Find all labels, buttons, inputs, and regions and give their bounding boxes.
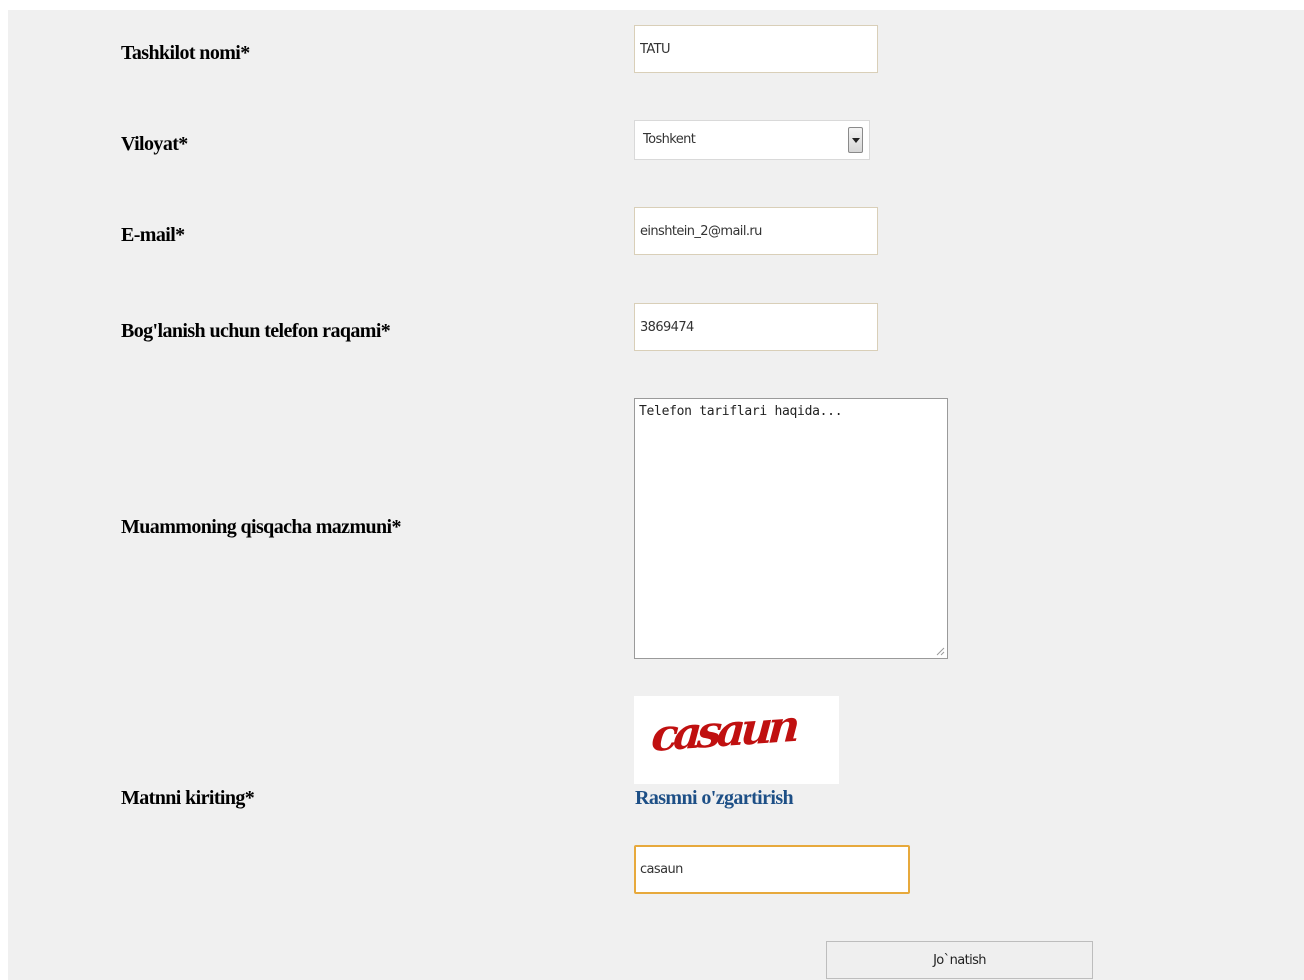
chevron-down-icon[interactable] [848,127,863,153]
submit-button[interactable]: Jo`natish [826,941,1093,979]
email-input[interactable] [634,207,878,255]
page: Tashkilot nomi* Viloyat* Toshkent E-mail… [0,0,1304,980]
organization-label: Tashkilot nomi* [121,42,250,64]
organization-input[interactable] [634,25,878,73]
resize-grip-icon[interactable] [935,646,945,656]
captcha-input[interactable] [634,845,910,894]
problem-textarea[interactable]: Telefon tariflari haqida... [634,398,948,659]
problem-label: Muammoning qisqacha mazmuni* [121,516,402,538]
email-label: E-mail* [121,224,185,246]
change-captcha-link[interactable]: Rasmni o'zgartirish [635,787,794,810]
region-selected-value: Toshkent [643,132,696,147]
phone-label: Bog'lanish uchun telefon raqami* [121,320,391,342]
region-select[interactable]: Toshkent [634,120,870,160]
phone-input[interactable] [634,303,878,351]
captcha-image-text: casaun [649,701,797,762]
captcha-label: Matnni kiriting* [121,787,255,809]
region-label: Viloyat* [121,133,188,155]
captcha-image: casaun [634,696,839,784]
